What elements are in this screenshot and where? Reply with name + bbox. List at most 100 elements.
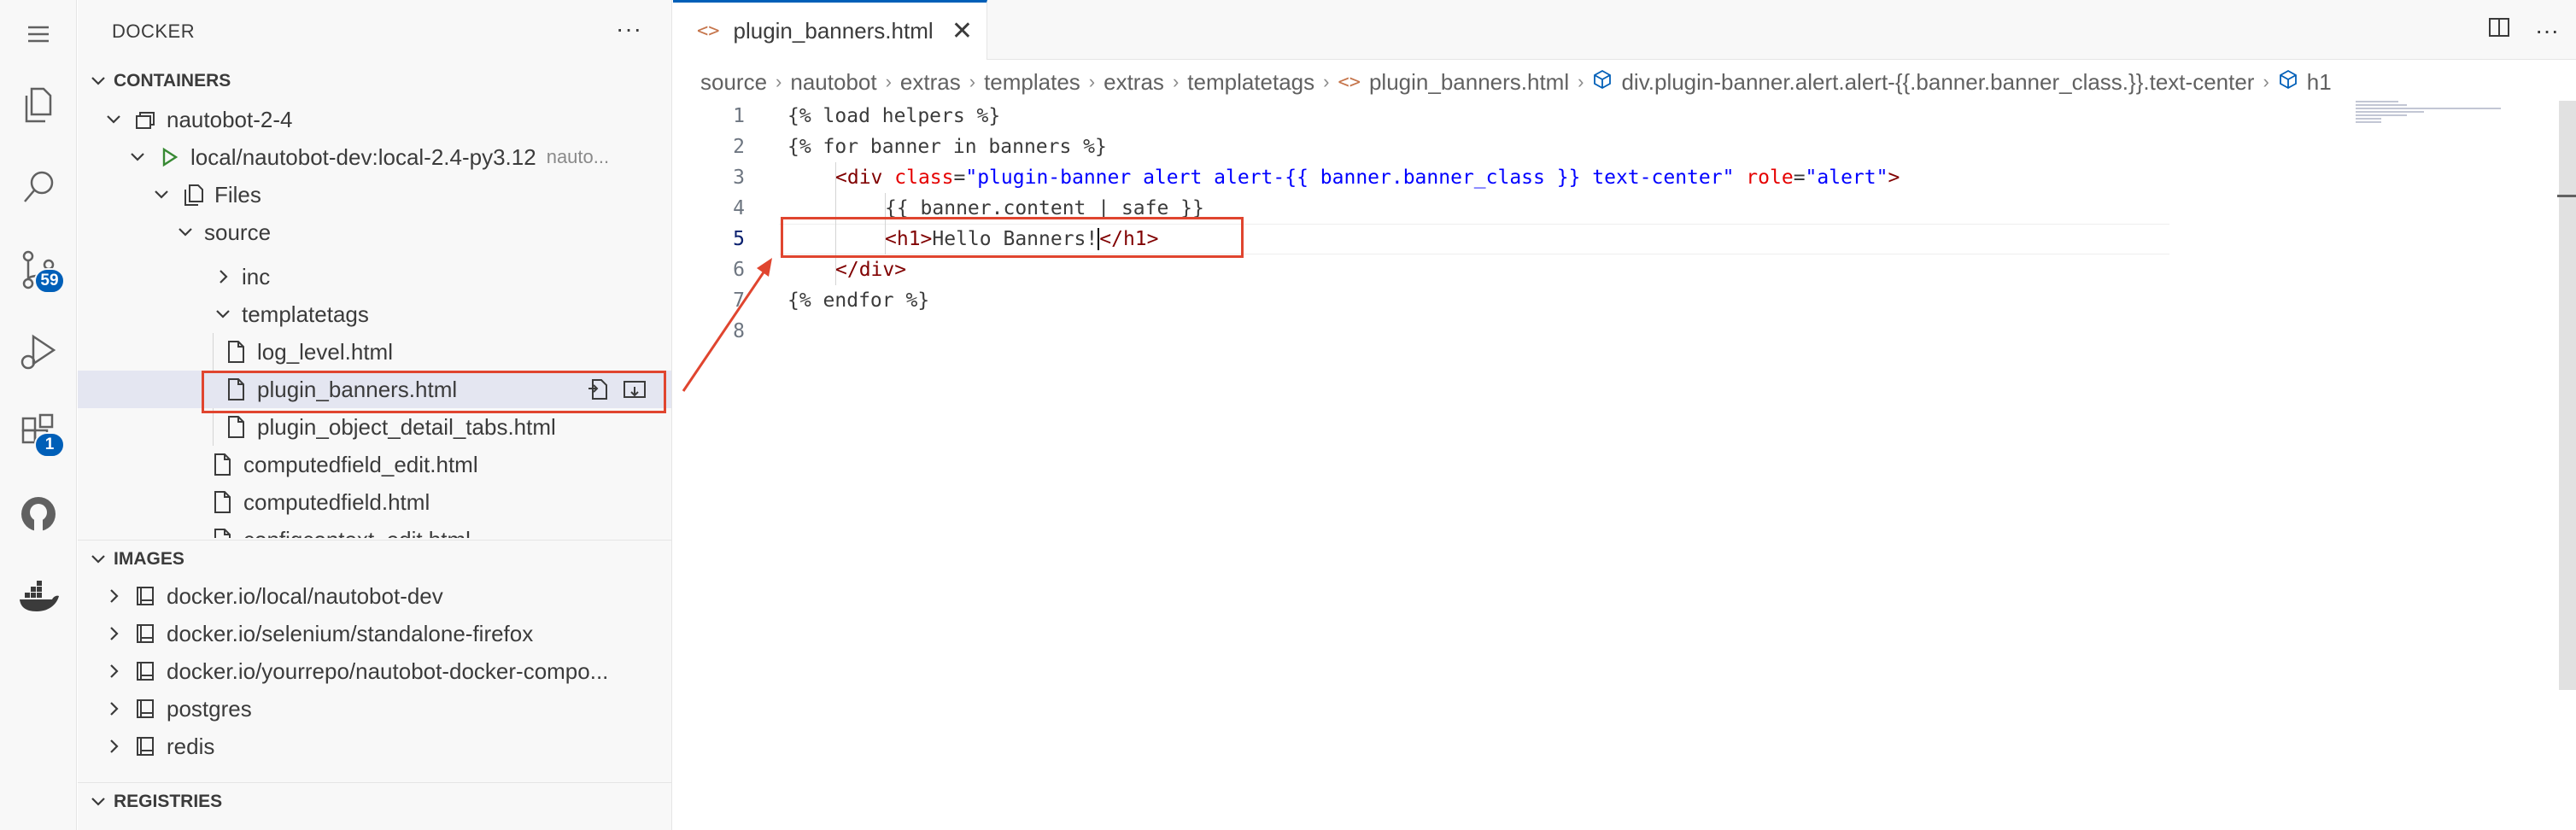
inc-folder-label: inc bbox=[242, 263, 271, 289]
editor-area: <> plugin_banners.html ✕ ··· source › na… bbox=[673, 0, 2576, 830]
run-debug-icon[interactable] bbox=[15, 328, 62, 376]
code-token: role bbox=[1746, 167, 1794, 189]
code-token: = bbox=[953, 167, 966, 189]
templatetags-folder-row[interactable]: templatetags bbox=[78, 295, 671, 333]
chevron-right-icon: › bbox=[1172, 71, 1180, 92]
explorer-icon[interactable] bbox=[15, 80, 62, 128]
section-divider bbox=[78, 540, 671, 541]
minimap-line bbox=[2356, 108, 2501, 109]
chevron-right-icon: › bbox=[1088, 71, 1096, 92]
container-image-row[interactable]: local/nautobot-dev:local-2.4-py3.12 naut… bbox=[78, 138, 671, 176]
file-icon bbox=[209, 527, 235, 538]
templatetags-folder-label: templatetags bbox=[242, 301, 369, 327]
chevron-right-icon: › bbox=[969, 71, 976, 92]
chevron-right-icon bbox=[211, 265, 235, 289]
breadcrumb-item[interactable]: extras bbox=[1104, 69, 1164, 96]
element-cube-icon bbox=[1592, 69, 1613, 96]
image-row[interactable]: postgres bbox=[78, 690, 671, 728]
docker-icon[interactable] bbox=[15, 572, 62, 620]
minimap-line bbox=[2356, 101, 2398, 102]
minimap-line bbox=[2356, 121, 2381, 123]
container-image-extra: nauto... bbox=[546, 146, 610, 167]
image-icon bbox=[132, 696, 158, 722]
registries-section-header[interactable]: REGISTRIES bbox=[78, 784, 671, 820]
containers-section-header[interactable]: CONTAINERS bbox=[78, 63, 671, 99]
code-line: 6 </div> bbox=[673, 254, 2381, 285]
image-icon bbox=[132, 583, 158, 609]
inc-folder-row[interactable]: inc bbox=[78, 258, 671, 295]
menu-icon[interactable] bbox=[15, 10, 62, 58]
breadcrumb-item[interactable]: h1 bbox=[2307, 69, 2332, 96]
breadcrumb-item[interactable]: div.plugin-banner.alert.alert-{{.banner.… bbox=[1621, 69, 2254, 96]
code-text: {% for banner in banners %} bbox=[787, 136, 1107, 158]
breadcrumb-item[interactable]: extras bbox=[900, 69, 961, 96]
code-token: = bbox=[1793, 167, 1806, 189]
images-header-label: IMAGES bbox=[114, 549, 184, 569]
code-editor[interactable]: 1 {% load helpers %} 2 {% for banner in … bbox=[673, 101, 2381, 425]
code-line: 8 bbox=[673, 316, 2381, 347]
file-row-log-level[interactable]: log_level.html bbox=[78, 333, 671, 371]
split-editor-icon[interactable] bbox=[2487, 15, 2511, 45]
line-number: 1 bbox=[733, 105, 745, 127]
github-icon[interactable] bbox=[15, 490, 62, 538]
files-row[interactable]: Files bbox=[78, 176, 671, 213]
line-number: 4 bbox=[733, 197, 745, 219]
chevron-down-icon bbox=[149, 183, 173, 207]
chevron-right-icon: › bbox=[776, 71, 782, 92]
code-line: 2 {% for banner in banners %} bbox=[673, 132, 2381, 162]
file-label: log_level.html bbox=[257, 338, 393, 365]
tab-plugin-banners[interactable]: <> plugin_banners.html ✕ bbox=[673, 0, 987, 60]
breadcrumb-item[interactable]: nautobot bbox=[790, 69, 876, 96]
search-icon[interactable] bbox=[15, 164, 62, 212]
code-line: 1 {% load helpers %} bbox=[673, 101, 2381, 132]
source-control-badge: 59 bbox=[34, 268, 65, 294]
element-cube-icon bbox=[2278, 69, 2298, 96]
file-row-configcontext-edit[interactable]: configcontext_edit.html bbox=[78, 521, 671, 538]
chevron-right-icon: › bbox=[885, 71, 892, 92]
image-row[interactable]: redis bbox=[78, 728, 671, 765]
file-icon bbox=[209, 489, 235, 515]
breadcrumb-item[interactable]: source bbox=[700, 69, 767, 96]
breadcrumb: source › nautobot › extras › templates ›… bbox=[700, 67, 2332, 97]
file-label: computedfield_edit.html bbox=[243, 451, 478, 477]
image-row[interactable]: docker.io/local/nautobot-dev bbox=[78, 577, 671, 615]
breadcrumb-item[interactable]: plugin_banners.html bbox=[1369, 69, 1569, 96]
container-row[interactable]: nautobot-2-4 bbox=[78, 101, 671, 138]
code-token: > bbox=[1888, 167, 1900, 189]
minimap-line bbox=[2356, 118, 2381, 120]
images-section-header[interactable]: IMAGES bbox=[78, 541, 671, 577]
chevron-down-icon bbox=[102, 108, 126, 132]
chevron-right-icon: › bbox=[2263, 71, 2269, 92]
container-stack-icon bbox=[132, 107, 158, 132]
chevron-down-icon bbox=[211, 302, 235, 326]
image-icon bbox=[132, 621, 158, 646]
close-icon[interactable]: ✕ bbox=[951, 16, 973, 46]
line-number: 2 bbox=[733, 136, 745, 158]
tab-label: plugin_banners.html bbox=[733, 18, 934, 44]
more-actions-icon[interactable]: ··· bbox=[2535, 17, 2559, 44]
image-row[interactable]: docker.io/yourrepo/nautobot-docker-compo… bbox=[78, 652, 671, 690]
image-row[interactable]: docker.io/selenium/standalone-firefox bbox=[78, 615, 671, 652]
file-row-plugin-object-detail-tabs[interactable]: plugin_object_detail_tabs.html bbox=[78, 408, 671, 446]
image-label: redis bbox=[167, 733, 215, 759]
minimap-line bbox=[2356, 111, 2424, 113]
chevron-down-icon bbox=[78, 550, 112, 569]
more-actions-icon[interactable]: ··· bbox=[616, 15, 642, 43]
code-text: <div class="plugin-banner alert alert-{{… bbox=[835, 167, 1900, 189]
file-row-computedfield[interactable]: computedfield.html bbox=[78, 483, 671, 521]
minimap[interactable] bbox=[2356, 101, 2509, 135]
breadcrumb-item[interactable]: templatetags bbox=[1187, 69, 1314, 96]
chevron-right-icon bbox=[102, 622, 126, 646]
file-label: computedfield.html bbox=[243, 488, 430, 515]
source-folder-row[interactable]: source bbox=[78, 213, 671, 251]
containers-header-label: CONTAINERS bbox=[114, 71, 231, 91]
scrollbar-cursor-marker bbox=[2557, 195, 2576, 197]
code-text: {% endfor %} bbox=[787, 289, 930, 312]
file-row-computedfield-edit[interactable]: computedfield_edit.html bbox=[78, 446, 671, 483]
extensions-badge: 1 bbox=[34, 432, 65, 458]
minimap-line bbox=[2356, 104, 2407, 106]
files-label: Files bbox=[214, 181, 261, 208]
vertical-scrollbar[interactable] bbox=[2559, 101, 2576, 690]
code-token: "plugin-banner alert alert-{{ banner.ban… bbox=[965, 167, 1735, 189]
breadcrumb-item[interactable]: templates bbox=[984, 69, 1080, 96]
